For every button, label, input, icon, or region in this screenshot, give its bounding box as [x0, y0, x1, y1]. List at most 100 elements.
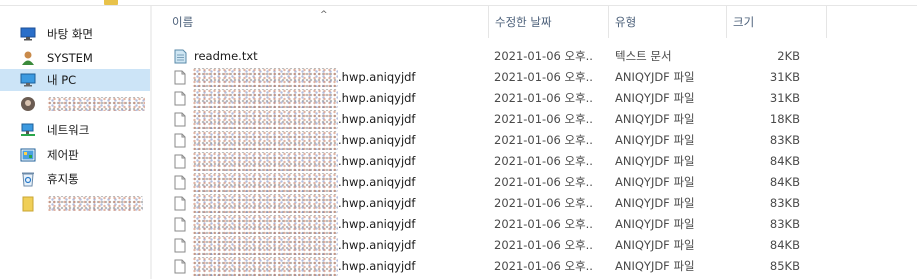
recycle-bin-icon [19, 171, 37, 187]
file-size: 31KB [769, 70, 800, 84]
redacted-filename [192, 257, 338, 276]
computer-icon [19, 72, 37, 88]
nav-item-system[interactable]: SYSTEM [0, 47, 150, 69]
file-name: readme.txt [194, 49, 258, 63]
file-row[interactable]: .hwp.aniqyjdf 2021-01-06 오후... ANIQYJDF 파일… [170, 130, 810, 151]
nav-item-this-pc[interactable]: 내 PC [0, 69, 150, 91]
redacted-filename [192, 110, 338, 129]
file-type: ANIQYJDF 파일 [615, 133, 695, 147]
control-panel-icon [19, 147, 37, 163]
file-size: 2KB [777, 49, 800, 63]
file-size: 83KB [769, 217, 800, 231]
nav-item-recycle-bin[interactable]: 휴지통 [0, 168, 150, 190]
blank-file-icon [174, 91, 186, 106]
file-type: ANIQYJDF 파일 [615, 154, 695, 168]
file-row[interactable]: .hwp.aniqyjdf 2021-01-06 오후... ANIQYJDF 파일… [170, 256, 810, 277]
nav-item-label: 바탕 화면 [47, 27, 93, 41]
file-extension: .hwp.aniqyjdf [338, 70, 416, 84]
file-type: ANIQYJDF 파일 [615, 238, 695, 252]
nav-item-network[interactable]: 네트워크 [0, 119, 150, 141]
blank-file-icon [174, 112, 186, 127]
column-label: 크기 [733, 15, 755, 29]
folder-icon [19, 196, 37, 212]
blank-file-icon [174, 70, 186, 85]
file-row[interactable]: .hwp.aniqyjdf 2021-01-06 오후... ANIQYJDF 파일… [170, 88, 810, 109]
file-size: 18KB [769, 112, 800, 126]
file-row[interactable]: .hwp.aniqyjdf 2021-01-06 오후... ANIQYJDF 파일… [170, 214, 810, 235]
file-size: 83KB [769, 133, 800, 147]
file-date: 2021-01-06 오후... [494, 259, 594, 273]
redacted-filename [192, 194, 338, 213]
file-type: ANIQYJDF 파일 [615, 175, 695, 189]
redacted-filename [192, 152, 338, 171]
file-date: 2021-01-06 오후... [494, 112, 594, 126]
file-type: ANIQYJDF 파일 [615, 91, 695, 105]
file-type: 텍스트 문서 [615, 49, 672, 63]
file-type: ANIQYJDF 파일 [615, 259, 695, 273]
nav-item-label: 내 PC [47, 73, 77, 87]
column-label: 이름 [172, 15, 194, 29]
desktop-icon [19, 26, 37, 42]
file-type: ANIQYJDF 파일 [615, 217, 695, 231]
file-date: 2021-01-06 오후... [494, 70, 594, 84]
file-row[interactable]: .hwp.aniqyjdf 2021-01-06 오후... ANIQYJDF 파일… [170, 67, 810, 88]
file-date: 2021-01-06 오후... [494, 217, 594, 231]
blank-file-icon [174, 175, 186, 190]
file-row[interactable]: .hwp.aniqyjdf 2021-01-06 오후... ANIQYJDF 파일… [170, 172, 810, 193]
file-date: 2021-01-06 오후... [494, 238, 594, 252]
redacted-filename [192, 215, 338, 234]
file-row[interactable]: .hwp.aniqyjdf 2021-01-06 오후... ANIQYJDF 파일… [170, 109, 810, 130]
redacted-filename [192, 68, 338, 87]
nav-item-folder[interactable] [0, 193, 150, 215]
file-extension: .hwp.aniqyjdf [338, 154, 416, 168]
file-size: 84KB [769, 154, 800, 168]
blank-file-icon [174, 154, 186, 169]
file-date: 2021-01-06 오후... [494, 154, 594, 168]
file-date: 2021-01-06 오후... [494, 196, 594, 210]
redacted-label [47, 196, 143, 211]
user-icon [19, 50, 37, 66]
nav-item-desktop[interactable]: 바탕 화면 [0, 23, 150, 45]
network-icon [19, 122, 37, 138]
blank-file-icon [174, 196, 186, 211]
redacted-filename [192, 236, 338, 255]
file-extension: .hwp.aniqyjdf [338, 196, 416, 210]
column-divider [826, 6, 836, 38]
profile-icon [19, 96, 37, 112]
redacted-label [47, 97, 145, 111]
file-size: 31KB [769, 91, 800, 105]
file-extension: .hwp.aniqyjdf [338, 175, 416, 189]
file-type: ANIQYJDF 파일 [615, 70, 695, 84]
nav-item-user-profile[interactable] [0, 93, 150, 115]
blank-file-icon [174, 133, 186, 148]
file-size: 85KB [769, 259, 800, 273]
nav-item-label: SYSTEM [47, 51, 93, 65]
text-file-icon [174, 49, 187, 64]
column-type-header[interactable]: 유형 [608, 6, 726, 38]
column-label: 수정한 날짜 [495, 15, 552, 29]
folder-icon [104, 0, 118, 5]
blank-file-icon [174, 217, 186, 232]
nav-item-label: 네트워크 [47, 123, 90, 137]
file-size: 83KB [769, 196, 800, 210]
file-row[interactable]: readme.txt 2021-01-06 오후... 텍스트 문서 2KB [170, 46, 810, 67]
column-label: 유형 [615, 15, 637, 29]
file-row[interactable]: .hwp.aniqyjdf 2021-01-06 오후... ANIQYJDF 파일… [170, 235, 810, 256]
column-date-header[interactable]: 수정한 날짜 [488, 6, 608, 38]
file-row[interactable]: .hwp.aniqyjdf 2021-01-06 오후... ANIQYJDF 파일… [170, 193, 810, 214]
file-date: 2021-01-06 오후... [494, 133, 594, 147]
file-extension: .hwp.aniqyjdf [338, 238, 416, 252]
nav-item-label: 제어판 [47, 148, 79, 162]
nav-item-control-panel[interactable]: 제어판 [0, 144, 150, 166]
file-extension: .hwp.aniqyjdf [338, 91, 416, 105]
file-date: 2021-01-06 오후... [494, 175, 594, 189]
file-date: 2021-01-06 오후... [494, 49, 594, 63]
column-name-header[interactable]: 이름 [172, 6, 488, 38]
file-row[interactable]: .hwp.aniqyjdf 2021-01-06 오후... ANIQYJDF 파일… [170, 151, 810, 172]
column-header: ^ 이름 수정한 날짜 유형 크기 [152, 6, 917, 38]
redacted-filename [192, 131, 338, 150]
blank-file-icon [174, 238, 186, 253]
file-type: ANIQYJDF 파일 [615, 196, 695, 210]
file-date: 2021-01-06 오후... [494, 91, 594, 105]
column-size-header[interactable]: 크기 [726, 6, 826, 38]
